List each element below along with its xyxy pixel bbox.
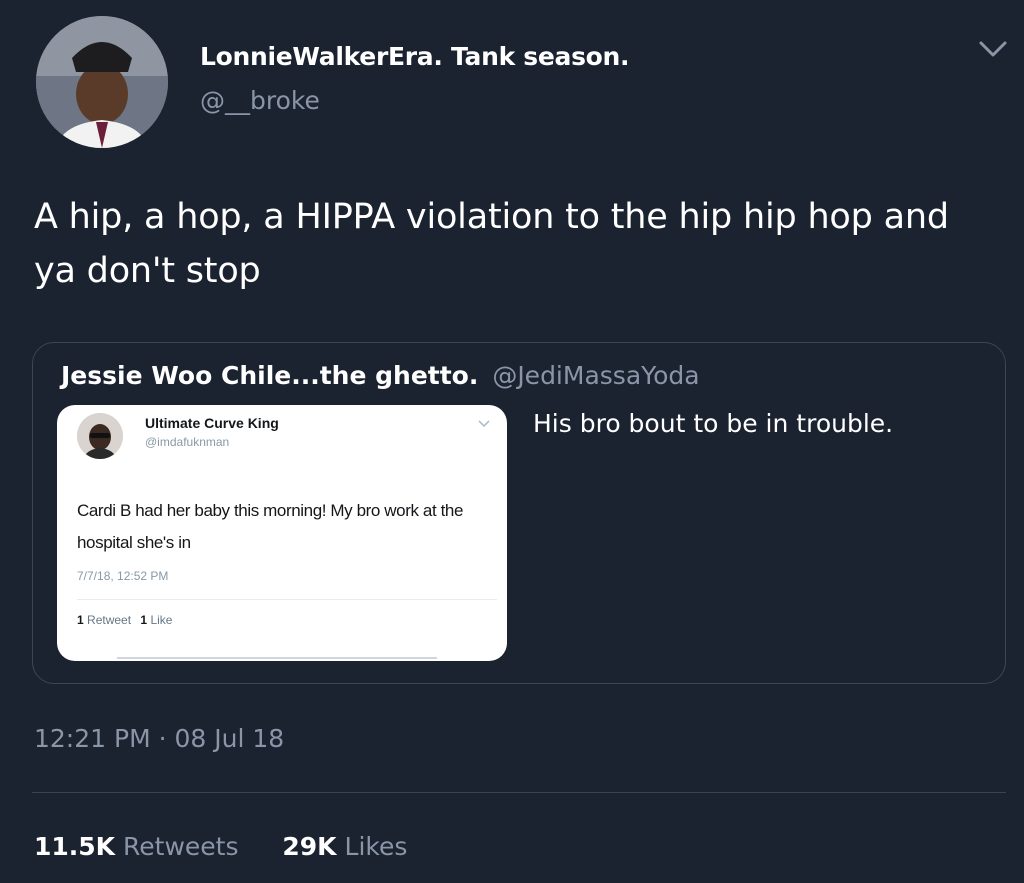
screenshot-divider [77,599,497,600]
screenshot-like-label: Like [150,613,173,627]
likes-count: 29K [282,832,337,861]
retweets-count: 11.5K [34,832,116,861]
retweets-stat[interactable]: 11.5K Retweets [34,832,246,861]
screenshot-retweet-count: 1 [77,613,84,627]
author-avatar[interactable] [36,16,168,148]
profile-photo-icon [36,16,168,148]
stats-divider [32,792,1006,793]
screenshot-bottom-edge [117,657,437,659]
screenshot-author-handle: @imdafuknman [145,435,230,449]
quoted-author-name[interactable]: Jessie Woo Chile...the ghetto. [61,361,478,390]
quoted-tweet-text: His bro bout to be in trouble. [533,409,894,438]
author-handle[interactable]: @__broke [200,86,320,115]
screenshot-chevron-icon [478,420,490,428]
retweets-label: Retweets [123,832,239,861]
screenshot-retweet-label: Retweet [87,613,132,627]
quoted-tweet[interactable]: Jessie Woo Chile...the ghetto. @JediMass… [32,342,1006,684]
tweet-text: A hip, a hop, a HIPPA violation to the h… [34,197,949,291]
likes-stat[interactable]: 29K Likes [282,832,407,861]
quoted-author-handle[interactable]: @JediMassaYoda [492,361,699,390]
screenshot-author-name: Ultimate Curve King [145,415,279,431]
screenshot-avatar [77,413,123,459]
quoted-tweet-header: Jessie Woo Chile...the ghetto. @JediMass… [61,361,700,390]
screenshot-tweet-text: Cardi B had her baby this morning! My br… [77,501,464,552]
screenshot-profile-photo-icon [77,413,123,459]
author-display-name[interactable]: LonnieWalkerEra. Tank season. [200,42,630,71]
tweet-timestamp[interactable]: 12:21 PM · 08 Jul 18 [34,724,284,753]
chevron-down-icon[interactable] [976,36,1010,62]
screenshot-stats: 1 Retweet 1 Like [77,613,178,627]
screenshot-timestamp: 7/7/18, 12:52 PM [77,569,169,583]
screenshot-like-count: 1 [140,613,148,627]
likes-label: Likes [344,832,408,861]
tweet-stats: 11.5K Retweets 29K Likes [34,832,407,861]
quoted-screenshot-image[interactable]: Ultimate Curve King @imdafuknman Cardi B… [57,405,507,661]
